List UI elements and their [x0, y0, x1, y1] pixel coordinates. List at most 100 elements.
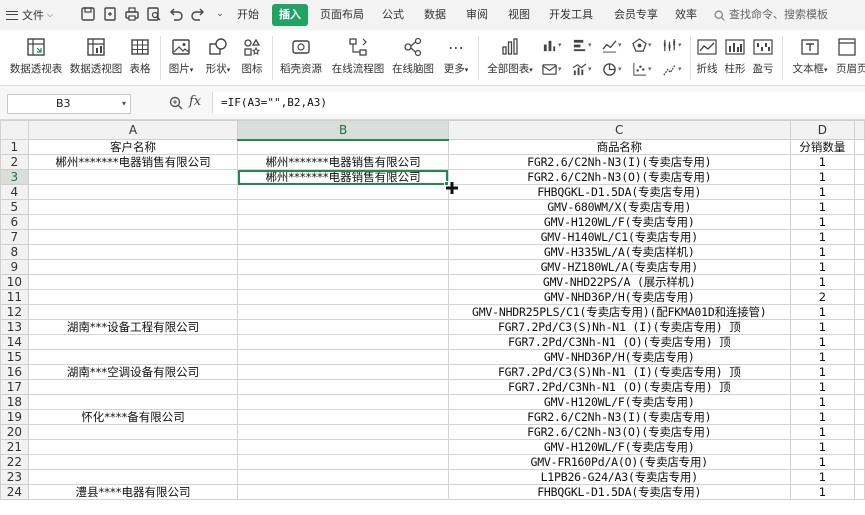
- name-box[interactable]: B3 ▾: [7, 94, 131, 114]
- cell-b21[interactable]: [237, 439, 449, 455]
- tab-developer[interactable]: 开发工具: [544, 4, 598, 26]
- row-header[interactable]: 15: [0, 349, 29, 365]
- cell-b22[interactable]: [237, 454, 449, 470]
- row-header[interactable]: 11: [0, 289, 29, 305]
- cell-d17[interactable]: 1: [789, 379, 856, 395]
- save-icon[interactable]: [80, 6, 96, 22]
- tab-efficiency[interactable]: 效率: [670, 4, 702, 26]
- cell-e1[interactable]: [854, 139, 865, 155]
- cell-e15[interactable]: [854, 349, 865, 365]
- cell-e23[interactable]: [854, 469, 865, 485]
- cell-b8[interactable]: [237, 244, 449, 260]
- row-header[interactable]: 16: [0, 364, 29, 380]
- cell-c19[interactable]: FGR2.6/C2Nh-N3(I)(专卖店专用): [447, 409, 791, 425]
- cell-b24[interactable]: [237, 484, 449, 500]
- row-header[interactable]: 1: [0, 139, 29, 155]
- cell-d21[interactable]: 1: [789, 439, 856, 455]
- cell-d24[interactable]: 1: [789, 484, 856, 500]
- cell-e22[interactable]: [854, 454, 865, 470]
- cell-a19[interactable]: 怀化****备有限公司: [27, 409, 239, 425]
- cell-a13[interactable]: 湖南***设备工程有限公司: [27, 319, 239, 335]
- sparkline-column-button[interactable]: 柱形: [722, 34, 748, 76]
- cell-b20[interactable]: [237, 424, 449, 440]
- tab-review[interactable]: 审阅: [460, 4, 494, 26]
- cell-b5[interactable]: [237, 199, 449, 215]
- tab-view[interactable]: 视图: [502, 4, 536, 26]
- cell-b12[interactable]: [237, 304, 449, 320]
- column-header-c[interactable]: C: [447, 120, 791, 140]
- cell-d8[interactable]: 1: [789, 244, 856, 260]
- cell-b3[interactable]: 郴州*******电器销售有限公司: [237, 169, 449, 185]
- cell-c2[interactable]: FGR2.6/C2Nh-N3(I)(专卖店专用): [447, 154, 791, 170]
- row-header[interactable]: 3: [0, 169, 29, 185]
- line-chart-dropdown[interactable]: ▾: [602, 36, 632, 54]
- column-header-e[interactable]: [854, 120, 865, 140]
- cell-d23[interactable]: 1: [789, 469, 856, 485]
- cell-b19[interactable]: [237, 409, 449, 425]
- cell-c18[interactable]: GMV-H120WL/F(专卖店专用): [447, 394, 791, 410]
- row-header[interactable]: 21: [0, 439, 29, 455]
- row-header[interactable]: 8: [0, 244, 29, 260]
- cell-a15[interactable]: [27, 349, 239, 365]
- cell-d7[interactable]: 1: [789, 229, 856, 245]
- row-header[interactable]: 7: [0, 229, 29, 245]
- cell-e8[interactable]: [854, 244, 865, 260]
- row-header[interactable]: 9: [0, 259, 29, 275]
- cell-a11[interactable]: [27, 289, 239, 305]
- sparkline-winloss-button[interactable]: 盈亏: [750, 34, 776, 76]
- cell-a16[interactable]: 湖南***空调设备有限公司: [27, 364, 239, 380]
- cell-d13[interactable]: 1: [789, 319, 856, 335]
- row-header[interactable]: 18: [0, 394, 29, 410]
- row-header[interactable]: 20: [0, 424, 29, 440]
- cell-d12[interactable]: 1: [789, 304, 856, 320]
- cell-e4[interactable]: [854, 184, 865, 200]
- cell-d9[interactable]: 1: [789, 259, 856, 275]
- cell-d15[interactable]: 1: [789, 349, 856, 365]
- cell-a3[interactable]: [27, 169, 239, 185]
- all-charts-button[interactable]: 全部图表▾: [484, 34, 536, 77]
- tab-data[interactable]: 数据: [418, 4, 452, 26]
- radar-chart-dropdown[interactable]: ▾: [632, 36, 662, 54]
- cell-c11[interactable]: GMV-NHD36P/H(专卖店专用): [447, 289, 791, 305]
- cell-e19[interactable]: [854, 409, 865, 425]
- cell-e6[interactable]: [854, 214, 865, 230]
- cell-e12[interactable]: [854, 304, 865, 320]
- cell-a5[interactable]: [27, 199, 239, 215]
- cell-e7[interactable]: [854, 229, 865, 245]
- print-icon[interactable]: [124, 6, 140, 22]
- pivot-table-button[interactable]: 数据透视表: [8, 34, 64, 76]
- row-header[interactable]: 13: [0, 319, 29, 335]
- mindmap-button[interactable]: 在线脑图: [390, 34, 436, 76]
- cell-d6[interactable]: 1: [789, 214, 856, 230]
- cell-c16[interactable]: FGR7.2Pd/C3(S)Nh-N1 (I)(专卖店专用) 顶: [447, 364, 791, 380]
- cell-b10[interactable]: [237, 274, 449, 290]
- cell-c15[interactable]: GMV-NHD36P/H(专卖店专用): [447, 349, 791, 365]
- row-header[interactable]: 2: [0, 154, 29, 170]
- cell-d4[interactable]: 1: [789, 184, 856, 200]
- pie-chart-dropdown[interactable]: ▾: [602, 60, 632, 78]
- cell-c3[interactable]: FGR2.6/C2Nh-N3(O)(专卖店专用): [447, 169, 791, 185]
- cell-e13[interactable]: [854, 319, 865, 335]
- cell-e9[interactable]: [854, 259, 865, 275]
- cell-c10[interactable]: GMV-NHD22PS/A (展示样机): [447, 274, 791, 290]
- cell-a14[interactable]: [27, 334, 239, 350]
- cell-b9[interactable]: [237, 259, 449, 275]
- cell-e2[interactable]: [854, 154, 865, 170]
- cell-d3[interactable]: 1: [789, 169, 856, 185]
- shape-button[interactable]: 形状▾: [201, 34, 235, 77]
- row-header[interactable]: 23: [0, 469, 29, 485]
- cell-a9[interactable]: [27, 259, 239, 275]
- area-chart-dropdown[interactable]: ▾: [542, 60, 572, 78]
- icon-button[interactable]: 图标: [238, 34, 266, 76]
- cell-d10[interactable]: 1: [789, 274, 856, 290]
- cell-c6[interactable]: GMV-H120WL/F(专卖店专用): [447, 214, 791, 230]
- cell-a24[interactable]: 澧县****电器有限公司: [27, 484, 239, 500]
- cell-e11[interactable]: [854, 289, 865, 305]
- column-header-d[interactable]: D: [789, 120, 856, 140]
- row-header[interactable]: 12: [0, 304, 29, 320]
- pivot-chart-button[interactable]: 数据透视图: [68, 34, 124, 76]
- picture-button[interactable]: 图片▾: [164, 34, 198, 77]
- cell-b15[interactable]: [237, 349, 449, 365]
- cell-e14[interactable]: [854, 334, 865, 350]
- cell-a18[interactable]: [27, 394, 239, 410]
